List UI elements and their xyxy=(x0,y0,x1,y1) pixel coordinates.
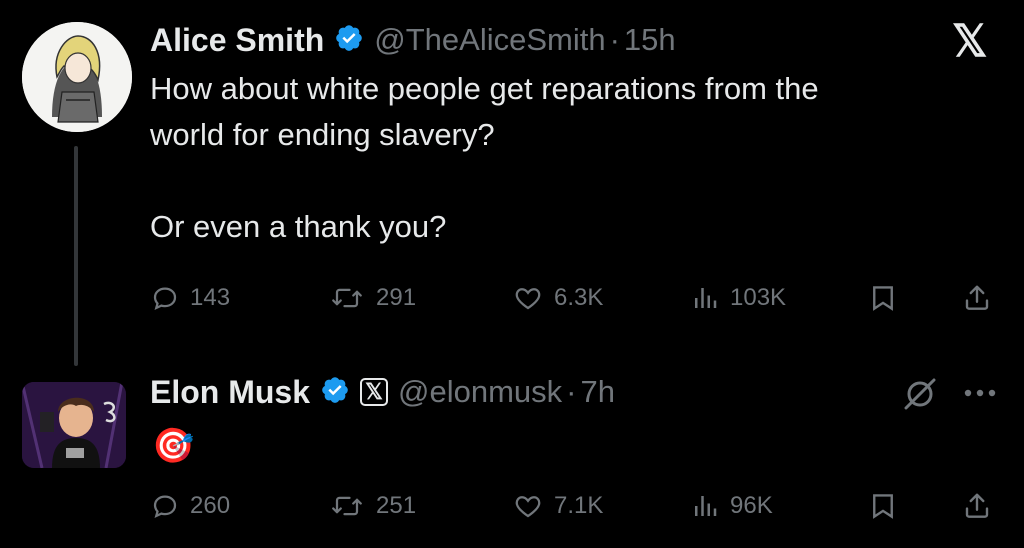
tweet2-reply-count: 260 xyxy=(190,492,231,519)
reply-icon xyxy=(153,287,177,311)
tweet2-handle[interactable]: @elonmusk xyxy=(398,374,562,410)
tweet1-retweet-count: 291 xyxy=(376,284,417,311)
tweet2-views-button[interactable]: 96K xyxy=(690,491,773,521)
tweet1-text: How about white people get reparations f… xyxy=(150,71,819,244)
tweet1-handle[interactable]: @TheAliceSmith xyxy=(374,22,605,58)
tweet1-like-count: 6.3K xyxy=(554,284,604,311)
tweet2-like-count: 7.1K xyxy=(554,492,604,519)
tweet1-action-bar: 143 291 6.3K 103K xyxy=(150,278,1010,318)
tweet2-reply-button[interactable]: 260 xyxy=(150,491,230,521)
tweet2-text: 🎯 xyxy=(152,427,195,465)
tweet2-bookmark-button[interactable] xyxy=(868,490,898,522)
tweet2-action-bar: 260 251 7.1K 96K xyxy=(150,486,1010,526)
tweet2-retweet-count: 251 xyxy=(376,492,417,519)
verified-badge-icon xyxy=(320,375,350,410)
tweet1-share-button[interactable] xyxy=(962,282,992,314)
tweet1-separator: · xyxy=(609,22,620,57)
tweet1-header: Alice Smith @TheAliceSmith · 15h xyxy=(150,18,676,62)
more-options-icon[interactable] xyxy=(960,380,1000,414)
tweet1-views-button[interactable]: 103K xyxy=(690,283,786,313)
heart-icon xyxy=(515,288,541,310)
bookmark-icon xyxy=(873,494,893,519)
share-icon xyxy=(965,493,989,518)
thread-connector-line xyxy=(74,146,78,366)
retweet-icon xyxy=(332,496,362,516)
retweet-icon xyxy=(332,288,362,308)
views-chart-icon xyxy=(695,288,717,308)
tweet2-share-button[interactable] xyxy=(962,490,992,522)
avatar-elon-musk[interactable] xyxy=(22,382,126,468)
tweet2-like-button[interactable]: 7.1K xyxy=(512,491,603,521)
affiliate-x-badge-icon[interactable]: 𝕏 xyxy=(360,378,389,406)
x-logo-icon: 𝕏 xyxy=(952,17,988,66)
tweet1-bookmark-button[interactable] xyxy=(868,282,898,314)
verified-badge-icon xyxy=(334,23,364,58)
tweet1-timestamp[interactable]: 15h xyxy=(624,22,676,58)
tweet1-like-button[interactable]: 6.3K xyxy=(512,283,603,313)
tweet1-view-count: 103K xyxy=(730,284,787,311)
tweet2-author-name[interactable]: Elon Musk xyxy=(150,374,310,411)
heart-icon xyxy=(515,496,541,518)
tweet2-retweet-button[interactable]: 251 xyxy=(328,491,416,521)
tweet1-reply-button[interactable]: 143 xyxy=(150,283,230,313)
tweet1-retweet-button[interactable]: 291 xyxy=(328,283,416,313)
tweet2-timestamp[interactable]: 7h xyxy=(581,374,615,410)
tweet1-author-name[interactable]: Alice Smith xyxy=(150,22,324,59)
tweet2-header: Elon Musk 𝕏 @elonmusk · 7h xyxy=(150,370,615,414)
bookmark-icon xyxy=(873,286,893,311)
tweet2-view-count: 96K xyxy=(730,492,773,519)
avatar-alice-smith[interactable] xyxy=(22,22,132,132)
reply-icon xyxy=(153,495,177,519)
grok-icon[interactable] xyxy=(900,376,940,417)
tweet2-separator: · xyxy=(566,374,577,409)
views-chart-icon xyxy=(695,496,717,516)
tweet1-reply-count: 143 xyxy=(190,284,231,311)
share-icon xyxy=(965,285,989,310)
